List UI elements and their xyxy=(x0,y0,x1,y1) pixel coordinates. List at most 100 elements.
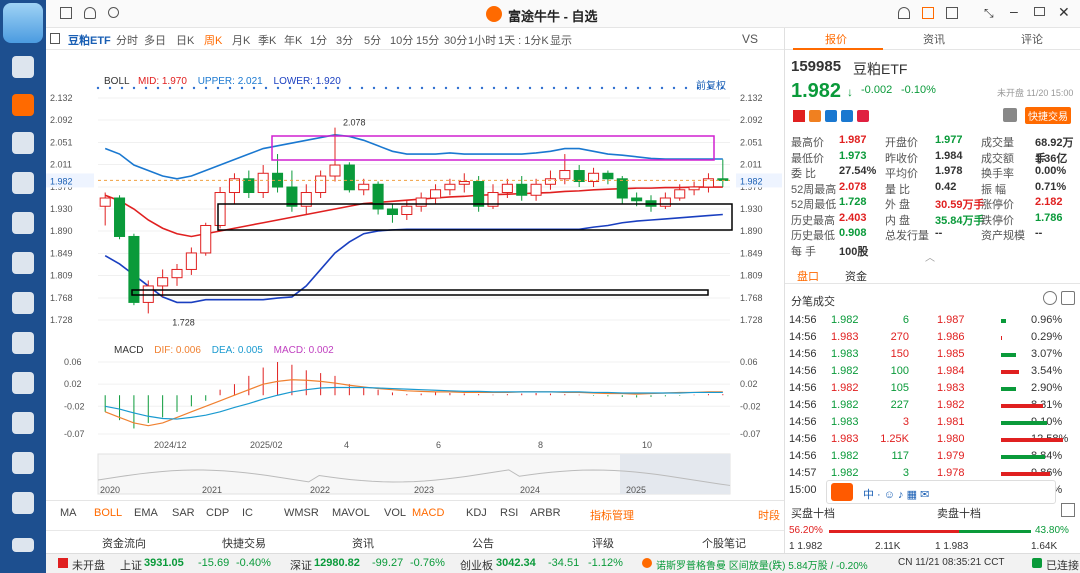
price-tick-left: 2.092 xyxy=(50,115,73,125)
news-ticker[interactable]: 诺斯罗普格鲁曼 区间放量(跌) 5.84万股 / -0.20% xyxy=(656,557,868,572)
document-icon[interactable] xyxy=(12,492,34,514)
indicator-7[interactable]: MAVOL xyxy=(332,507,370,519)
price-tick-left: 2.011 xyxy=(50,159,72,169)
bottom-tab-2[interactable]: 资讯 xyxy=(352,535,374,551)
game-icon[interactable] xyxy=(12,412,34,434)
period-10[interactable]: 10分 xyxy=(390,32,413,48)
tab-news[interactable]: 资讯 xyxy=(923,31,945,47)
tab-quote[interactable]: 报价 xyxy=(825,31,847,47)
sogou-logo-icon[interactable] xyxy=(831,483,853,501)
quote-field-1-3: 1.984 xyxy=(935,149,963,162)
period-2[interactable]: 日K xyxy=(176,32,194,48)
indicator-1[interactable]: BOLL xyxy=(94,507,122,519)
period-12[interactable]: 30分 xyxy=(444,32,467,48)
period-1[interactable]: 多日 xyxy=(144,32,166,48)
boll-label[interactable]: BOLL xyxy=(104,76,129,87)
overview-year-label: 2021 xyxy=(202,485,222,495)
depth-expand-icon[interactable] xyxy=(1061,503,1075,517)
watchlist-icon[interactable] xyxy=(841,110,853,122)
adjust-mode-link[interactable]: 前复权 xyxy=(696,77,726,92)
period-11[interactable]: 15分 xyxy=(416,32,439,48)
indicator-3[interactable]: SAR xyxy=(172,507,195,519)
period-15[interactable]: 显示 xyxy=(550,32,572,48)
quote-field-5-0: 历史最高 xyxy=(791,214,835,227)
bottom-tab-4[interactable]: 评级 xyxy=(592,535,614,551)
period-13[interactable]: 1小时 xyxy=(468,32,496,48)
minimize-icon[interactable]: – xyxy=(1010,3,1018,19)
period-7[interactable]: 1分 xyxy=(310,32,327,48)
message-icon[interactable] xyxy=(12,332,34,354)
subtabs: 盘口 资金 xyxy=(785,264,1080,284)
indicator-0[interactable]: MA xyxy=(60,507,77,519)
fire-icon[interactable] xyxy=(12,372,34,394)
indicator-6[interactable]: WMSR xyxy=(284,507,319,519)
community-icon[interactable] xyxy=(12,292,34,314)
code-icon[interactable] xyxy=(12,452,34,474)
subtab-orderbook[interactable]: 盘口 xyxy=(797,268,819,284)
symbol-label[interactable]: 豆粕ETF xyxy=(68,32,111,48)
bottom-tab-1[interactable]: 快捷交易 xyxy=(222,535,266,551)
period-0[interactable]: 分时 xyxy=(116,32,138,48)
period-4[interactable]: 月K xyxy=(232,32,250,48)
close-icon[interactable]: ✕ xyxy=(1058,4,1070,21)
filter-icon[interactable] xyxy=(12,212,34,234)
sidebar-toggle-icon[interactable] xyxy=(50,33,60,44)
indicator-11[interactable]: RSI xyxy=(500,507,518,519)
high-annotation: 2.078 xyxy=(343,118,366,128)
shrink-icon[interactable]: ⤡ xyxy=(984,6,994,21)
maximize-icon[interactable] xyxy=(1034,7,1045,16)
tab-comments[interactable]: 评论 xyxy=(1021,31,1043,47)
indicator-10[interactable]: KDJ xyxy=(466,507,487,519)
quote-field-3-1: 2.078 xyxy=(839,180,867,193)
pie-icon[interactable] xyxy=(12,252,34,274)
candle-body xyxy=(559,170,571,180)
grid-icon[interactable] xyxy=(60,7,72,19)
indicator-12[interactable]: ARBR xyxy=(530,507,561,519)
quote-field-3-5: 0.71% xyxy=(1035,180,1067,193)
marker-dot xyxy=(588,86,592,90)
menu-icon[interactable] xyxy=(12,538,34,552)
period-14[interactable]: 1天 : 1分K xyxy=(498,32,549,48)
indicator-5[interactable]: IC xyxy=(242,507,253,519)
indicator-14[interactable]: 时段 xyxy=(758,507,780,523)
headphone-icon[interactable] xyxy=(898,7,910,19)
user-icon[interactable] xyxy=(12,56,34,78)
period-9[interactable]: 5分 xyxy=(364,32,381,48)
favorite-heart-icon[interactable] xyxy=(857,110,869,122)
period-3[interactable]: 周K xyxy=(204,32,222,48)
macd-label[interactable]: MACD xyxy=(114,345,143,356)
alert-bell-icon[interactable] xyxy=(1003,108,1017,122)
market-chart-icon[interactable] xyxy=(12,94,34,116)
period-6[interactable]: 年K xyxy=(284,32,302,48)
expand-icon[interactable] xyxy=(1061,291,1075,305)
trade-cell-4: 0.29% xyxy=(1031,331,1063,343)
indicator-2[interactable]: EMA xyxy=(134,507,158,519)
bell-icon[interactable] xyxy=(84,7,96,19)
period-8[interactable]: 3分 xyxy=(336,32,353,48)
chart-svg[interactable]: 2.132 2.132 2.092 2.092 2.051 2.051 2.011 2.011… xyxy=(46,50,784,500)
trend-icon[interactable] xyxy=(12,132,34,154)
period-5[interactable]: 季K xyxy=(258,32,276,48)
kline-chart[interactable]: 2.132 2.132 2.092 2.092 2.051 2.051 2.011 2.011… xyxy=(46,50,784,500)
search-icon[interactable] xyxy=(108,7,119,18)
bottom-tab-0[interactable]: 资金流向 xyxy=(102,535,146,551)
trade-volume-bar xyxy=(1001,370,1019,374)
vs-button[interactable]: VS xyxy=(742,32,758,46)
shirt-icon[interactable] xyxy=(946,7,958,19)
marker-dot xyxy=(624,86,628,90)
subtab-capital[interactable]: 资金 xyxy=(845,268,867,284)
quick-trade-button[interactable]: 快捷交易 xyxy=(1025,107,1071,124)
bottom-tab-5[interactable]: 个股笔记 xyxy=(702,535,746,551)
collapse-icon[interactable]: ︿ xyxy=(925,249,935,264)
ime-lang-icon[interactable]: 中 · ☺ ♪ ▦ ✉ xyxy=(863,486,929,502)
indicator-4[interactable]: CDP xyxy=(206,507,229,519)
more-icon[interactable] xyxy=(1043,291,1057,305)
indicator-13[interactable]: 指标管理 xyxy=(590,507,634,523)
bottom-tab-3[interactable]: 公告 xyxy=(472,535,494,551)
bag-icon[interactable] xyxy=(922,7,934,19)
indicator-8[interactable]: VOL xyxy=(384,507,406,519)
portfolio-icon[interactable] xyxy=(12,172,34,194)
indicator-9[interactable]: MACD xyxy=(412,507,444,519)
ime-toolbar[interactable]: 中 · ☺ ♪ ▦ ✉ xyxy=(826,480,1056,504)
candle-body xyxy=(128,235,140,303)
